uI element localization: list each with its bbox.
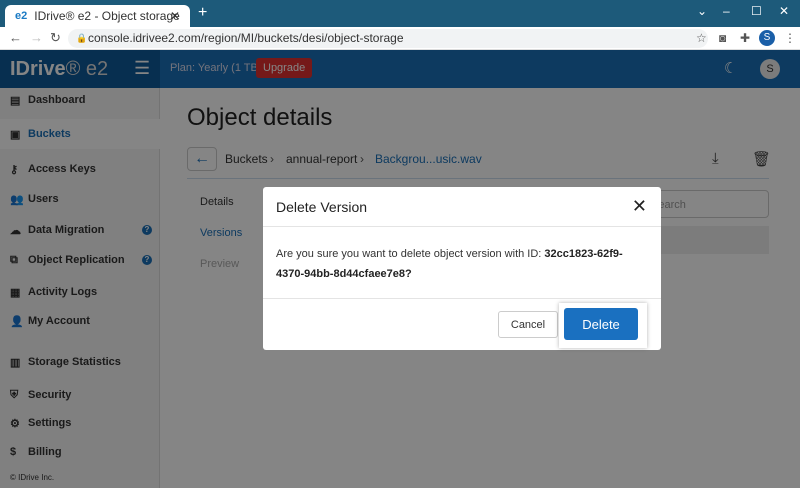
back-icon[interactable]: ←	[9, 30, 22, 45]
url-text: console.idrivee2.com/region/MI/buckets/d…	[88, 31, 404, 45]
star-icon[interactable]: ☆	[696, 31, 707, 45]
tab-strip: e2 IDrive® e2 - Object storage ✕ + ⌄ – ☐…	[0, 0, 800, 27]
chevron-down-icon[interactable]: ⌄	[697, 4, 707, 18]
close-window-icon[interactable]: ✕	[779, 4, 789, 18]
camera-icon[interactable]: ◙	[719, 31, 726, 45]
forward-icon[interactable]: →	[30, 30, 43, 45]
close-icon[interactable]: ✕	[632, 196, 647, 217]
close-tab-icon[interactable]: ✕	[170, 9, 180, 23]
extensions-icon[interactable]: ✚	[740, 31, 750, 45]
modal-title: Delete Version	[276, 199, 368, 215]
delete-button-focus: Delete	[559, 303, 647, 348]
browser-tab[interactable]: e2 IDrive® e2 - Object storage ✕	[5, 5, 190, 27]
profile-avatar[interactable]: S	[759, 30, 775, 46]
menu-icon[interactable]: ⋮	[784, 31, 796, 45]
cancel-button[interactable]: Cancel	[498, 311, 558, 338]
delete-button[interactable]: Delete	[564, 308, 638, 340]
favicon-icon: e2	[15, 10, 28, 22]
modal-message: Are you sure you want to delete object v…	[263, 227, 661, 299]
maximize-icon[interactable]: ☐	[751, 4, 762, 18]
reload-icon[interactable]: ↻	[50, 30, 61, 46]
delete-version-modal: Delete Version ✕ Are you sure you want to…	[263, 187, 661, 350]
url-input[interactable]: 🔒 console.idrivee2.com/region/MI/buckets/…	[68, 29, 708, 48]
lock-icon: 🔒	[76, 33, 88, 43]
address-bar-row: ← → ↻ 🔒 console.idrivee2.com/region/MI/bu…	[0, 27, 800, 50]
new-tab-icon[interactable]: +	[198, 4, 207, 22]
tab-title: IDrive® e2 - Object storage	[34, 9, 180, 23]
minimize-icon[interactable]: –	[723, 4, 730, 18]
